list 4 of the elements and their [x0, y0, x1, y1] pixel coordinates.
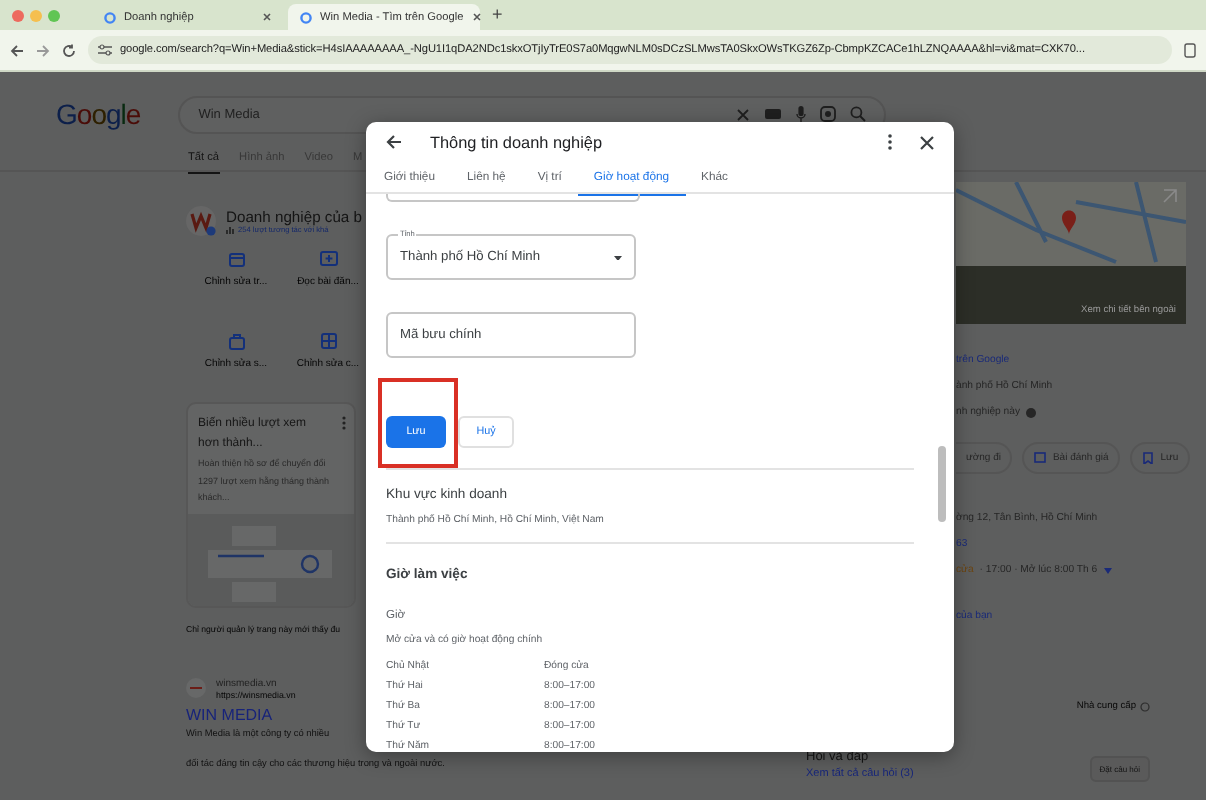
- result-title[interactable]: WIN MEDIA: [186, 705, 273, 723]
- dialog-title: Thông tin doanh nghiệp: [430, 133, 605, 152]
- google-logo[interactable]: Google: [56, 98, 141, 130]
- new-tab-button[interactable]: +: [492, 6, 503, 24]
